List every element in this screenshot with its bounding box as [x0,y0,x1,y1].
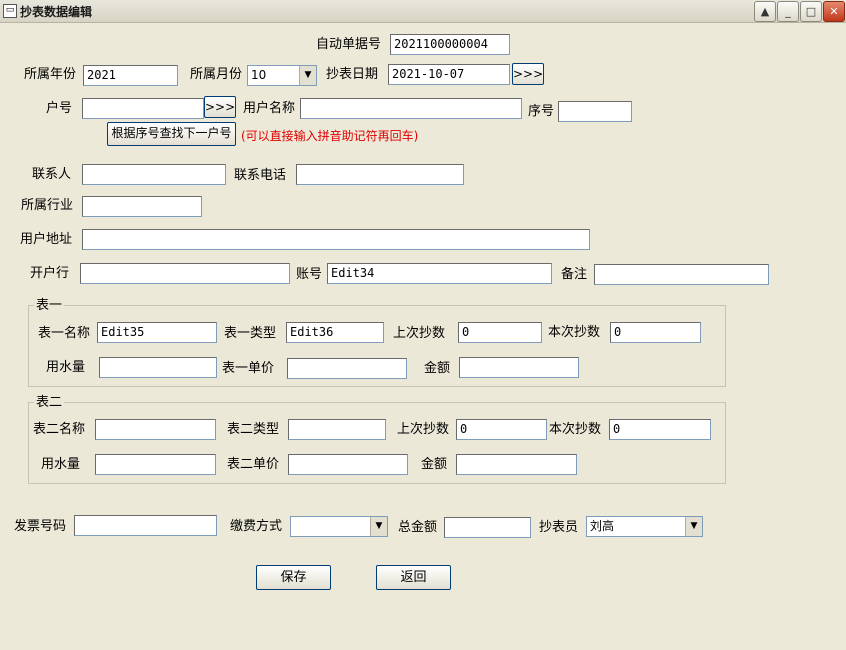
meter2-group-title: 表二 [34,395,65,411]
month-select[interactable]: 10 ▼ [247,65,317,86]
meter2-usage-label: 用水量 [41,457,81,472]
total-label: 总金额 [398,520,438,535]
meter2-current-label: 本次抄数 [549,422,602,437]
address-label: 用户地址 [20,232,73,247]
find-next-account-button[interactable]: 根据序号查找下一户号 [107,122,236,146]
meter2-price-label: 表二单价 [227,457,280,472]
payment-select[interactable]: ▼ [290,516,388,537]
bank-account-field[interactable]: Edit34 [327,263,552,284]
contact-field[interactable] [82,164,226,185]
meter2-usage-field[interactable] [95,454,216,475]
user-name-field[interactable] [300,98,522,119]
seq-no-label: 序号 [528,104,555,119]
reader-select[interactable]: 刘高 ▼ [586,516,703,537]
meter2-price-field[interactable] [288,454,408,475]
meter1-name-label: 表一名称 [38,326,91,341]
phone-label: 联系电话 [234,168,287,183]
invoice-label: 发票号码 [14,519,67,534]
account-no-field[interactable] [82,98,204,119]
month-label: 所属月份 [190,67,243,82]
meter2-type-field[interactable] [288,419,386,440]
meter1-name-field[interactable]: Edit35 [97,322,217,343]
meter1-last-field[interactable]: 0 [458,322,542,343]
meter2-amount-field[interactable] [456,454,577,475]
reader-label: 抄表员 [539,520,579,535]
meter1-type-field[interactable]: Edit36 [286,322,384,343]
read-date-label: 抄表日期 [326,67,379,82]
meter1-current-field[interactable]: 0 [610,322,701,343]
hint-text: (可以直接输入拼音助记符再回车) [241,129,419,143]
remark-label: 备注 [561,267,588,282]
meter1-usage-label: 用水量 [46,360,86,375]
title-bar: ▭ 抄表数据编辑 ▲ _ □ ✕ [0,0,846,23]
bill-no-field[interactable]: 2021100000004 [390,34,510,55]
phone-field[interactable] [296,164,464,185]
save-button[interactable]: 保存 [256,565,331,590]
read-date-picker-button[interactable]: >>> [512,63,544,85]
back-button[interactable]: 返回 [376,565,451,590]
meter2-name-label: 表二名称 [33,422,86,437]
window-icon[interactable]: ▭ [3,4,17,18]
payment-label: 缴费方式 [230,519,283,534]
industry-field[interactable] [82,196,202,217]
read-date-field[interactable]: 2021-10-07 [388,64,510,85]
meter1-current-label: 本次抄数 [548,325,601,340]
meter2-current-field[interactable]: 0 [609,419,711,440]
meter1-usage-field[interactable] [99,357,217,378]
menu-button[interactable]: ▲ [754,1,776,22]
meter2-last-field[interactable]: 0 [456,419,547,440]
industry-label: 所属行业 [21,198,74,213]
meter1-price-label: 表一单价 [222,361,275,376]
meter1-price-field[interactable] [287,358,407,379]
chevron-down-icon[interactable]: ▼ [299,66,316,85]
chevron-down-icon[interactable]: ▼ [685,517,702,536]
reader-select-value: 刘高 [590,519,615,533]
remark-field[interactable] [594,264,769,285]
account-lookup-button[interactable]: >>> [204,96,236,118]
contact-label: 联系人 [32,167,72,182]
meter2-name-field[interactable] [95,419,216,440]
meter2-amount-label: 金额 [421,457,448,472]
invoice-field[interactable] [74,515,217,536]
chevron-down-icon[interactable]: ▼ [370,517,387,536]
meter1-amount-label: 金额 [424,361,451,376]
bank-label: 开户行 [30,266,70,281]
meter1-type-label: 表一类型 [224,326,277,341]
account-no-label: 户号 [46,101,73,116]
bill-no-label: 自动单据号 [316,37,382,52]
year-field[interactable]: 2021 [83,65,178,86]
user-name-label: 用户名称 [243,101,296,116]
meter2-type-label: 表二类型 [227,422,280,437]
meter2-last-label: 上次抄数 [397,422,450,437]
meter1-amount-field[interactable] [459,357,579,378]
maximize-button[interactable]: □ [800,1,822,22]
total-field[interactable] [444,517,531,538]
minimize-button[interactable]: _ [777,1,799,22]
seq-no-field[interactable] [558,101,632,122]
meter1-group-title: 表一 [34,298,65,314]
bank-account-label: 账号 [296,267,323,282]
month-select-value: 10 [251,68,267,82]
window-title: 抄表数据编辑 [20,5,93,19]
address-field[interactable] [82,229,590,250]
bank-field[interactable] [80,263,290,284]
year-label: 所属年份 [24,67,77,82]
meter1-last-label: 上次抄数 [393,326,446,341]
close-button[interactable]: ✕ [823,1,845,22]
